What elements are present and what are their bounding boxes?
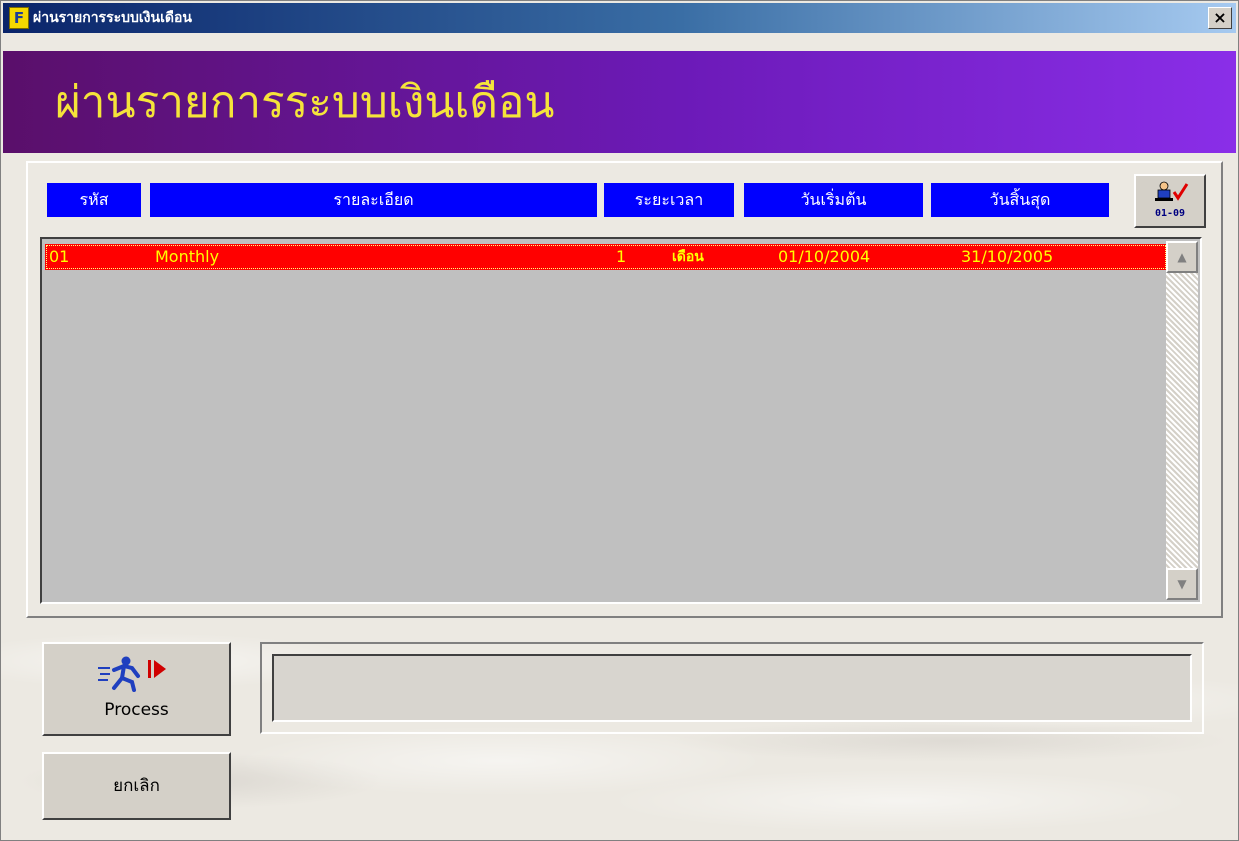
user-check-icon bbox=[1155, 181, 1189, 201]
list-scrollbar[interactable]: ▲ ▼ bbox=[1166, 241, 1198, 600]
arrow-down-icon: ▼ bbox=[1177, 577, 1187, 591]
arrow-up-icon: ▲ bbox=[1177, 250, 1187, 264]
banner: ผ่านรายการระบบเงินเดือน bbox=[3, 51, 1236, 153]
close-button[interactable]: × bbox=[1208, 7, 1232, 29]
window-title: ผ่านรายการระบบเงินเดือน bbox=[33, 10, 192, 26]
process-button[interactable]: Process bbox=[42, 642, 231, 736]
period-select-button[interactable]: 01-09 bbox=[1134, 174, 1206, 228]
banner-title: ผ่านรายการระบบเงินเดือน bbox=[55, 77, 555, 128]
scroll-up-button[interactable]: ▲ bbox=[1166, 241, 1198, 273]
row-description: Monthly bbox=[155, 247, 220, 266]
title-bar[interactable]: F ผ่านรายการระบบเงินเดือน × bbox=[3, 3, 1236, 33]
scroll-down-button[interactable]: ▼ bbox=[1166, 568, 1198, 600]
row-start-date: 01/10/2004 bbox=[778, 247, 871, 266]
column-header-description: รายละเอียด bbox=[150, 183, 597, 217]
cancel-button[interactable]: ยกเลิก bbox=[42, 752, 231, 820]
period-list[interactable]: 01 Monthly 1 เดือน 01/10/2004 31/10/2005… bbox=[40, 237, 1202, 604]
column-header-end-date: วันสิ้นสุด bbox=[931, 183, 1109, 217]
app-icon: F bbox=[9, 7, 29, 29]
row-period-unit: เดือน bbox=[672, 249, 704, 265]
column-header-start-date: วันเริ่มต้น bbox=[744, 183, 923, 217]
column-header-period: ระยะเวลา bbox=[604, 183, 734, 217]
column-header-code: รหัส bbox=[47, 183, 141, 217]
period-select-label: 01-09 bbox=[1154, 208, 1186, 219]
row-period-value: 1 bbox=[616, 247, 627, 266]
payroll-posting-window: F ผ่านรายการระบบเงินเดือน × ผ่านรายการระ… bbox=[0, 0, 1239, 841]
table-row[interactable]: 01 Monthly 1 เดือน 01/10/2004 31/10/2005 bbox=[45, 244, 1167, 270]
status-text bbox=[272, 654, 1192, 722]
running-man-icon bbox=[98, 656, 166, 692]
row-end-date: 31/10/2005 bbox=[961, 247, 1054, 266]
status-panel bbox=[260, 642, 1204, 734]
process-label: Process bbox=[104, 700, 169, 720]
row-code: 01 bbox=[49, 247, 70, 266]
